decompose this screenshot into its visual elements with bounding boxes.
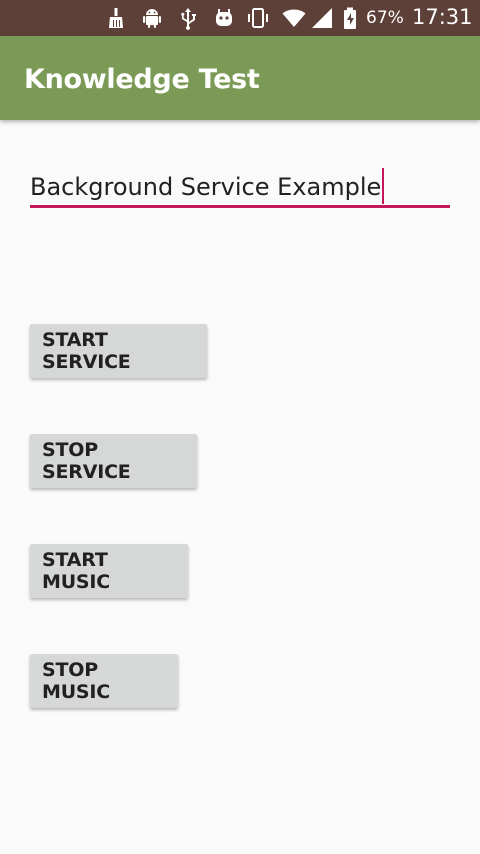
text-cursor: [382, 168, 385, 204]
edit-field-underline: [30, 205, 450, 208]
android-icon: [143, 9, 161, 28]
edit-field-text[interactable]: Background Service Example: [30, 168, 385, 206]
usb-icon: [181, 8, 196, 30]
stop-music-button[interactable]: STOP MUSIC: [30, 654, 178, 708]
text-edit-field[interactable]: Background Service Example: [30, 164, 450, 208]
app-bar: Knowledge Test: [0, 36, 480, 120]
broom-icon: [109, 8, 123, 28]
stop-service-button[interactable]: STOP SERVICE: [30, 434, 197, 488]
app-title: Knowledge Test: [24, 64, 260, 95]
status-clock: 17:31: [412, 5, 473, 29]
edit-field-value: Background Service Example: [30, 173, 382, 201]
vibrate-icon: [248, 8, 268, 28]
start-service-button[interactable]: START SERVICE: [30, 324, 207, 378]
status-bar: 67% 17:31: [0, 0, 480, 36]
signal-icon: [312, 8, 332, 28]
battery-percent: 67%: [366, 8, 404, 28]
wifi-icon: [282, 9, 306, 27]
start-music-button[interactable]: START MUSIC: [30, 544, 188, 598]
battery-charging-icon: [344, 7, 356, 29]
robot-icon: [216, 9, 232, 26]
